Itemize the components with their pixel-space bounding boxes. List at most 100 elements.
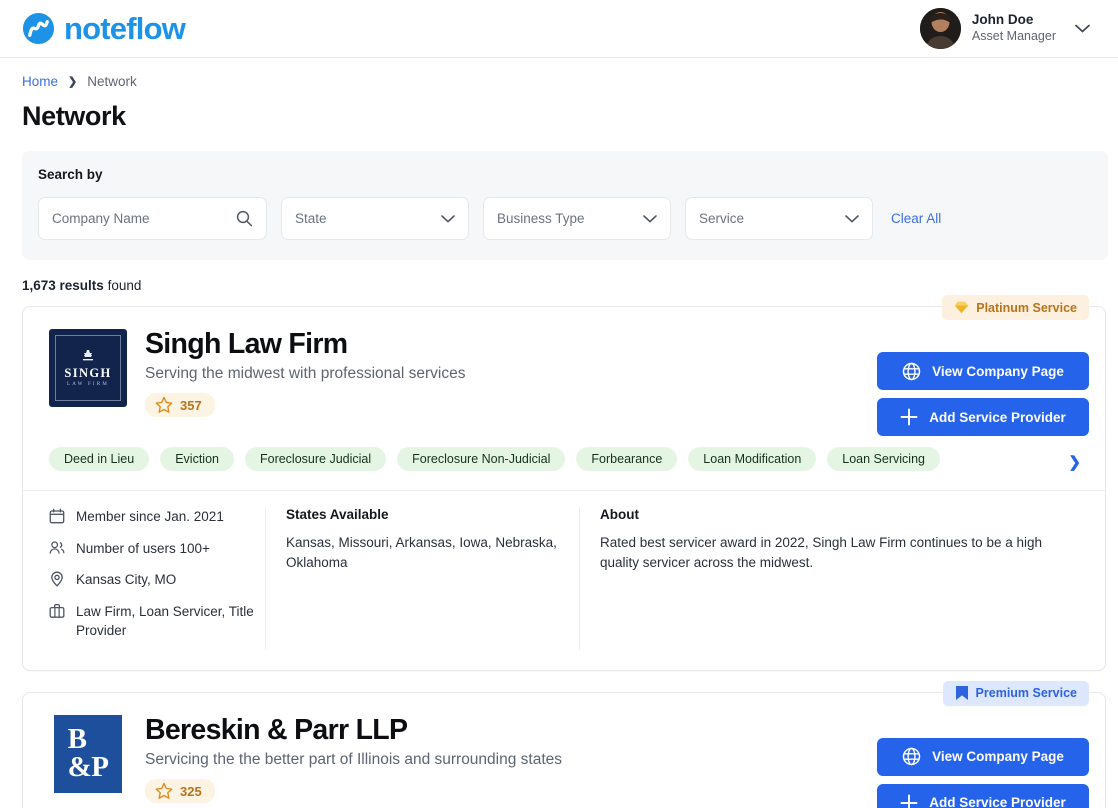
tags-next-button[interactable]: ❯: [1068, 453, 1081, 471]
service-tag[interactable]: Deed in Lieu: [49, 447, 150, 471]
company-card: Platinum Service SINGH LAW FIRM Singh Law F…: [22, 295, 1106, 671]
service-tags-overflow-fade: ❯: [1019, 447, 1105, 477]
company-name: Bereskin & Parr LLP: [145, 713, 408, 746]
add-service-provider-button[interactable]: Add Service Provider: [877, 783, 1089, 808]
logo-name: SINGH: [64, 366, 112, 380]
chevron-down-icon: [845, 214, 859, 223]
clear-all-button[interactable]: Clear All: [891, 211, 941, 226]
logo-initials: B &P: [67, 722, 109, 783]
company-meta-item: Member since Jan. 2021: [49, 507, 265, 530]
add-service-provider-button[interactable]: Add Service Provider: [877, 398, 1089, 436]
company-meta-item: Number of users 100+: [49, 539, 265, 562]
plus-icon: [900, 408, 918, 426]
rating-value: 325: [180, 783, 202, 799]
page-title: Network: [22, 101, 126, 131]
service-tags: Deed in Lieu Eviction Foreclosure Judicial…: [49, 447, 1105, 471]
brand-name: noteflow: [64, 11, 186, 46]
results-count: 1,673 results found: [0, 260, 1118, 293]
rating-value: 357: [180, 397, 202, 413]
status-badge-label: Premium Service: [975, 686, 1077, 701]
service-tag[interactable]: Forbearance: [576, 447, 678, 471]
company-meta-item: Law Firm, Loan Servicer, Title Provider: [49, 602, 265, 641]
service-tags-row: Deed in Lieu Eviction Foreclosure Judicial…: [49, 447, 1105, 477]
service-tag[interactable]: Foreclosure Judicial: [244, 447, 387, 471]
results-list: Platinum Service SINGH LAW FIRM Singh Law F…: [0, 293, 1118, 808]
service-select[interactable]: Service: [685, 197, 873, 240]
avatar: [919, 8, 961, 49]
users-icon: [49, 540, 65, 562]
calendar-icon: [49, 508, 65, 530]
rating-badge: 325: [145, 779, 215, 804]
bookmark-icon: [955, 685, 969, 701]
about-heading: About: [600, 507, 639, 522]
view-company-page-button[interactable]: View Company Page: [877, 352, 1089, 390]
service-tag[interactable]: Foreclosure Non-Judicial: [397, 447, 566, 471]
company-meta-column: Member since Jan. 2021 Number of users 10…: [23, 507, 265, 650]
company-card-header: B &P Bereskin & Parr LLP Servicing the the …: [23, 693, 1105, 808]
view-company-page-label: View Company Page: [932, 363, 1064, 379]
company-meta-text: Law Firm, Loan Servicer, Title Provider: [76, 603, 254, 639]
chevron-down-icon: [643, 214, 657, 223]
view-company-page-label: View Company Page: [932, 749, 1064, 765]
company-card-actions: View Company Page Add Service Provider: [877, 715, 1089, 808]
search-input[interactable]: Company Name: [38, 197, 267, 240]
company-tagline: Serving the midwest with professional se…: [145, 365, 466, 383]
chevron-down-icon: [441, 214, 455, 223]
status-badge: Platinum Service: [942, 295, 1089, 320]
view-company-page-button[interactable]: View Company Page: [877, 737, 1089, 776]
rating-badge: 357: [145, 393, 215, 418]
state-select-value: State: [295, 211, 327, 226]
service-tag[interactable]: Eviction: [160, 447, 234, 471]
company-logo: SINGH LAW FIRM: [49, 329, 127, 407]
company-logo: B &P: [49, 714, 127, 793]
results-count-value: 1,673 results: [22, 278, 104, 293]
service-tag[interactable]: Loan Modification: [688, 447, 817, 471]
states-available-value: Kansas, Missouri, Arkansas, Iowa, Nebras…: [286, 535, 557, 571]
globe-icon: [902, 747, 921, 766]
about-column: About Rated best servicer award in 2022, …: [579, 507, 1105, 650]
service-select-value: Service: [699, 211, 745, 226]
company-meta-text: Member since Jan. 2021: [76, 509, 224, 524]
brand-logo[interactable]: noteflow: [22, 11, 186, 46]
user-role: Asset Manager: [971, 29, 1056, 44]
user-menu[interactable]: John Doe Asset Manager: [919, 8, 1090, 49]
noteflow-logo-icon: [22, 12, 55, 45]
search-panel: Search by Company Name State Business Ty…: [22, 151, 1108, 260]
service-tag[interactable]: Loan Servicing: [827, 447, 940, 471]
company-headings: Singh Law Firm Serving the midwest with p…: [127, 328, 877, 436]
search-input-placeholder: Company Name: [52, 211, 150, 226]
about-value: Rated best servicer award in 2022, Singh…: [600, 535, 1042, 571]
status-badge: Premium Service: [942, 680, 1089, 706]
company-tagline: Servicing the the better part of Illinoi…: [145, 751, 563, 769]
results-count-suffix: found: [103, 278, 142, 293]
add-service-provider-label: Add Service Provider: [929, 409, 1066, 425]
logo-subtitle: LAW FIRM: [67, 382, 109, 387]
business-type-select-value: Business Type: [497, 211, 585, 226]
status-badge-label: Platinum Service: [976, 300, 1077, 315]
breadcrumb-current: Network: [87, 74, 137, 89]
company-headings: Bereskin & Parr LLP Servicing the the bet…: [127, 713, 877, 808]
add-service-provider-label: Add Service Provider: [929, 795, 1066, 808]
company-name: Singh Law Firm: [145, 328, 348, 360]
user-info: John Doe Asset Manager: [972, 12, 1056, 45]
states-available-column: States Available Kansas, Missouri, Arkans…: [265, 507, 579, 650]
company-card-details: Member since Jan. 2021 Number of users 10…: [23, 491, 1105, 670]
state-select[interactable]: State: [281, 197, 469, 240]
star-icon: [155, 396, 173, 414]
globe-icon: [902, 362, 921, 381]
company-card-header: SINGH LAW FIRM Singh Law Firm Serving the m…: [23, 307, 1105, 436]
chevron-right-icon: ❯: [68, 76, 78, 88]
states-available-heading: States Available: [286, 507, 389, 522]
location-pin-icon: [49, 571, 65, 593]
search-by-label: Search by: [38, 167, 103, 182]
company-meta-item: Kansas City, MO: [49, 570, 265, 593]
star-icon: [155, 782, 173, 800]
company-meta-text: Kansas City, MO: [76, 572, 177, 588]
breadcrumb-home[interactable]: Home: [22, 74, 58, 89]
chevron-down-icon[interactable]: [1075, 20, 1090, 38]
business-type-select[interactable]: Business Type: [483, 197, 671, 240]
briefcase-icon: [49, 603, 65, 625]
user-name: John Doe: [971, 12, 1034, 28]
company-card: Premium Service B &P Bereskin & Parr LLP Ser…: [22, 680, 1106, 808]
search-icon[interactable]: [236, 210, 253, 227]
